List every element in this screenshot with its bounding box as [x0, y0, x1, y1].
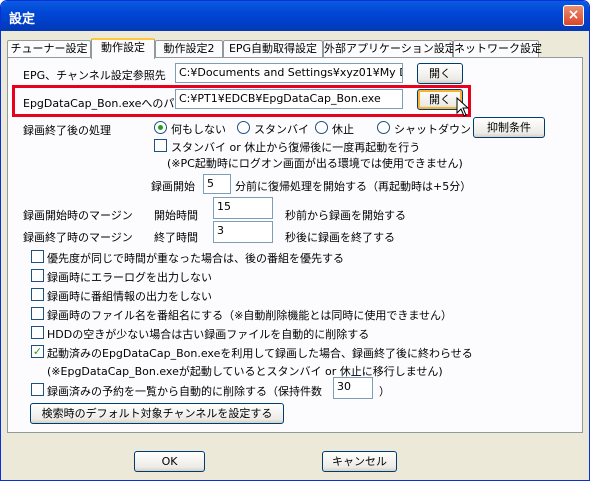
- wake-suffix: 分前に復帰処理を開始する（再起動時は+5分）: [235, 180, 472, 193]
- window-title: 設定: [9, 12, 36, 27]
- margin-end-sub: 終了時間: [154, 231, 198, 244]
- option-label: HDDの空きが少ない場合は古い録画ファイルを自動的に削除する: [47, 328, 370, 341]
- title-bar[interactable]: 設定 ×: [1, 1, 589, 31]
- auto-delete-close: ）: [379, 385, 390, 398]
- margin-start-input[interactable]: 15: [213, 197, 273, 219]
- reboot-checkbox[interactable]: [154, 139, 167, 152]
- tab-network[interactable]: ネットワーク設定: [453, 40, 542, 57]
- option-label: 録画時にエラーログを出力しない: [47, 271, 212, 284]
- epg-open-button[interactable]: 開く: [417, 63, 463, 84]
- radio-standby[interactable]: [237, 121, 250, 134]
- option-checkbox[interactable]: [31, 269, 44, 282]
- option-checkbox[interactable]: [31, 288, 44, 301]
- tab-tuner[interactable]: チューナー設定: [7, 40, 91, 57]
- option-checkbox[interactable]: [31, 326, 44, 339]
- wake-prefix: 録画開始: [151, 180, 195, 193]
- close-icon: ×: [567, 7, 580, 23]
- option-checkbox-checked[interactable]: ✓: [31, 345, 44, 358]
- radio-nothing-label: 何もしない: [171, 123, 226, 136]
- margin-end-suffix: 秒後に録画を終了する: [285, 231, 395, 244]
- tab-external-apps[interactable]: 外部アプリケーション設定: [323, 40, 456, 57]
- option-note: (※EpgDataCap_Bon.exeが起動しているとスタンバイ or 休止に…: [47, 365, 443, 378]
- option-label: 起動済みのEpgDataCap_Bon.exeを利用して録画した場合、録画終了後…: [47, 347, 473, 360]
- margin-end-input[interactable]: 3: [213, 221, 273, 243]
- auto-delete-checkbox[interactable]: [31, 383, 44, 396]
- tab-behavior2[interactable]: 動作設定2: [155, 40, 223, 57]
- cancel-button[interactable]: キャンセル: [322, 451, 397, 472]
- mouse-cursor-icon: [456, 97, 470, 117]
- radio-shutdown[interactable]: [377, 121, 390, 134]
- ok-button[interactable]: OK: [134, 451, 205, 472]
- epg-path-input[interactable]: C:¥Documents and Settings¥xyz01¥My Docum: [175, 63, 403, 83]
- margin-start-suffix: 秒前から録画を開始する: [285, 209, 406, 222]
- radio-standby-label: スタンバイ: [254, 123, 309, 136]
- radio-hibernate[interactable]: [315, 121, 328, 134]
- tab-behavior[interactable]: 動作設定: [91, 38, 155, 59]
- option-label: 録画時に番組情報の出力をしない: [47, 290, 212, 303]
- auto-delete-label: 録画済みの予約を一覧から自動的に削除する（保持件数: [47, 385, 322, 398]
- option-checkbox[interactable]: [31, 307, 44, 320]
- reboot-note: (※PC起動時にログオン画面が出る環境では使用できません): [167, 157, 463, 170]
- settings-window: 設定 × チューナー設定 動作設定 動作設定2 EPG自動取得設定 外部アプリケ…: [0, 0, 590, 481]
- exe-path-label: EpgDataCap_Bon.exeへのパス: [23, 97, 186, 110]
- radio-hibernate-label: 休止: [332, 123, 354, 136]
- default-channel-button[interactable]: 検索時のデフォルト対象チャンネルを設定する: [30, 403, 284, 424]
- margin-end-label: 録画終了時のマージン: [23, 231, 133, 244]
- margin-start-sub: 開始時間: [154, 209, 198, 222]
- option-label: 録画時のファイル名を番組名にする（※自動削除機能とは同時に使用できません）: [47, 309, 452, 322]
- suppress-conditions-button[interactable]: 抑制条件: [473, 117, 545, 138]
- option-label: 優先度が同じで時間が重なった場合は、後の番組を優先する: [47, 252, 344, 265]
- rec-end-label: 録画終了後の処理: [23, 124, 111, 137]
- epg-path-label: EPG、チャンネル設定参照先: [23, 69, 166, 82]
- margin-start-label: 録画開始時のマージン: [23, 209, 133, 222]
- radio-shutdown-label: シャットダウン: [394, 123, 471, 136]
- wake-minutes-input[interactable]: 5: [203, 174, 231, 194]
- exe-path-input[interactable]: C:¥PT1¥EDCB¥EpgDataCap_Bon.exe: [175, 89, 403, 109]
- tab-epg-auto[interactable]: EPG自動取得設定: [223, 40, 323, 57]
- keep-count-input[interactable]: 30: [333, 377, 373, 399]
- close-button[interactable]: ×: [563, 5, 584, 26]
- option-checkbox[interactable]: [31, 250, 44, 263]
- reboot-label: スタンバイ or 休止から復帰後に一度再起動を行う: [171, 141, 421, 154]
- radio-nothing[interactable]: [154, 121, 167, 134]
